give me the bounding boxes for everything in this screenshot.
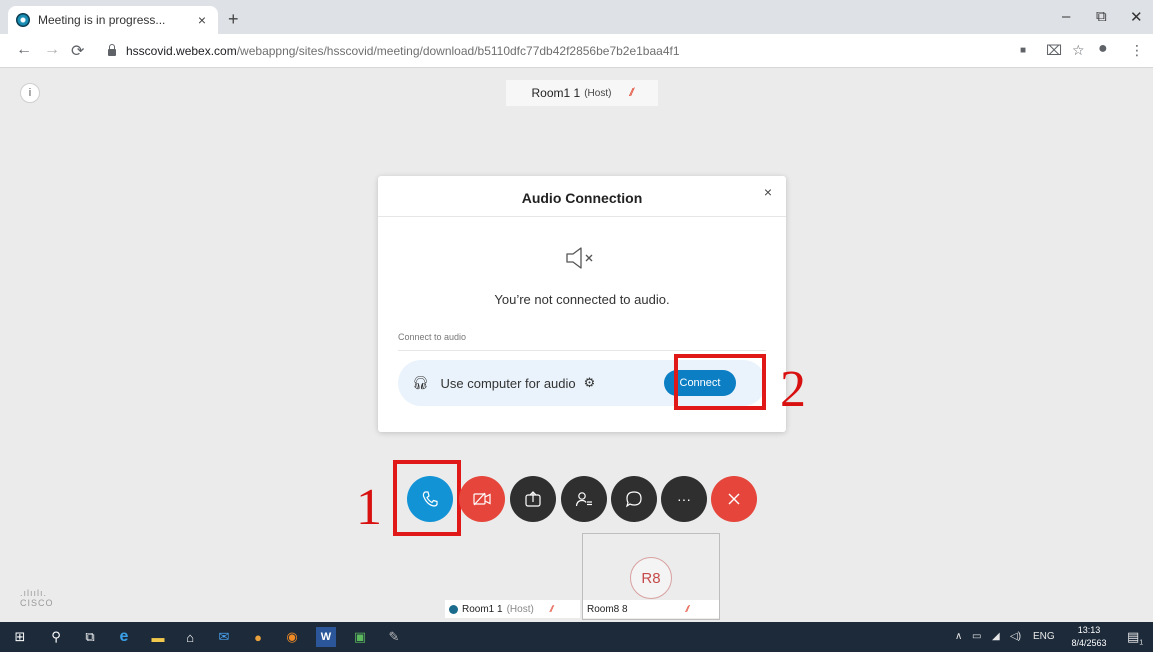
phone-icon (422, 491, 438, 507)
camera-indicator-icon[interactable]: ■ (1020, 45, 1026, 56)
video-tiles: R8 Room1 1 (Host) /̸ Room8 8 /̸ (445, 533, 720, 620)
wifi-icon[interactable]: ◢ (992, 631, 1000, 642)
room8-tile-label: Room8 8 /̸ (583, 600, 719, 618)
self-role: (Host) (506, 603, 534, 615)
annotation-number-2: 2 (780, 361, 806, 418)
word-icon[interactable]: W (316, 627, 336, 647)
file-explorer-icon[interactable]: ▬ (148, 627, 168, 647)
menu-kebab-icon[interactable]: ⋮ (1130, 42, 1144, 59)
image-app-icon[interactable]: ▣ (350, 627, 370, 647)
windows-taskbar: ⊞ ⚲ ⧉ e ▬ ⌂ ✉ ● ◉ W ▣ ✎ ∧ ▭ ◢ ◁) ENG 13:… (0, 622, 1153, 652)
profile-icon[interactable]: ● (1098, 40, 1108, 58)
translate-icon[interactable]: ⌧ (1046, 42, 1062, 59)
room8-name: Room8 8 (587, 603, 628, 615)
participants-icon (575, 492, 592, 507)
notification-count: 1 (1139, 639, 1144, 647)
tab-close-icon[interactable]: × (194, 12, 210, 28)
new-tab-button[interactable]: + (228, 9, 239, 30)
url-host: hsscovid.webex.com (126, 44, 237, 58)
more-button[interactable]: ··· (661, 476, 707, 522)
chrome-icon[interactable]: ● (248, 627, 268, 647)
chat-icon (625, 491, 642, 508)
clock-date: 8/4/2563 (1071, 638, 1107, 648)
dialog-divider (378, 216, 786, 217)
chat-button[interactable] (611, 476, 657, 522)
task-view-icon[interactable]: ⧉ (80, 627, 100, 647)
computer-audio-label: Use computer for audio (440, 375, 576, 391)
browser-toolbar: ← → ⟳ hsscovid.webex.com/webappng/sites/… (0, 34, 1153, 68)
address-bar[interactable]: hsscovid.webex.com/webappng/sites/hsscov… (100, 39, 995, 63)
gear-icon[interactable]: ⚙ (584, 375, 596, 391)
restore-button[interactable]: ⧉ (1096, 8, 1107, 25)
speaker-muted-icon (566, 247, 593, 269)
video-off-icon (473, 492, 491, 506)
meeting-stage: i Room1 1 (Host) /̸ Audio Connection × Y… (0, 68, 1153, 622)
webex-status-icon (449, 604, 458, 614)
minimize-button[interactable]: – (1062, 8, 1070, 25)
network-icon[interactable]: ▭ (972, 631, 981, 642)
mic-muted-icon: /̸ (549, 604, 553, 614)
speaker-name: Room1 1 (531, 86, 581, 100)
avatar: R8 (630, 557, 672, 599)
not-connected-message: You’re not connected to audio. (494, 292, 670, 307)
cisco-logo: .ılıılı. CISCO (20, 588, 54, 608)
back-arrow-icon[interactable]: ← (16, 41, 32, 59)
edge-icon[interactable]: e (114, 627, 134, 647)
lock-icon (108, 44, 116, 56)
search-icon[interactable]: ⚲ (46, 627, 66, 647)
tab-title: Meeting is in progress... (38, 13, 166, 27)
active-speaker-label: Room1 1 (Host) /̸ (506, 80, 658, 106)
browser-tab-strip: Meeting is in progress... × + – ⧉ ✕ (0, 0, 1153, 34)
browser-tab[interactable]: Meeting is in progress... × (8, 6, 218, 34)
dialog-close-icon[interactable]: × (764, 184, 772, 200)
more-icon: ··· (677, 491, 691, 507)
bookmark-star-icon[interactable]: ☆ (1072, 42, 1085, 59)
paint-icon[interactable]: ✎ (384, 627, 404, 647)
connect-section-label: Connect to audio (398, 332, 467, 342)
reload-icon[interactable]: ⟳ (71, 41, 84, 61)
audio-button[interactable] (407, 476, 453, 522)
speaker-role: (Host) (584, 87, 612, 99)
system-clock[interactable]: 13:13 8/4/2563 (1066, 624, 1112, 650)
self-tile-label: Room1 1 (Host) /̸ (445, 600, 580, 618)
mic-muted-icon: /̸ (629, 87, 633, 99)
language-indicator[interactable]: ENG (1033, 631, 1055, 642)
video-button[interactable] (459, 476, 505, 522)
headset-icon: 🎧︎ (412, 375, 429, 390)
share-icon (525, 491, 541, 507)
leave-button[interactable] (711, 476, 757, 522)
forward-arrow-icon[interactable]: → (44, 41, 60, 59)
cisco-bars-icon: .ılıılı. (20, 588, 48, 598)
mail-icon[interactable]: ✉ (214, 627, 234, 647)
close-window-button[interactable]: ✕ (1130, 8, 1143, 26)
section-divider (398, 350, 766, 351)
self-name: Room1 1 (462, 603, 503, 615)
cisco-wordmark: CISCO (20, 598, 54, 608)
close-icon (728, 493, 740, 505)
windows-start-icon[interactable]: ⊞ (10, 627, 30, 647)
annotation-box-connect (674, 354, 766, 410)
dialog-title: Audio Connection (521, 190, 643, 206)
annotation-number-1: 1 (356, 479, 382, 536)
clock-time: 13:13 (1077, 625, 1101, 635)
meeting-info-icon[interactable]: i (20, 83, 40, 103)
mic-muted-icon: /̸ (685, 604, 689, 614)
share-button[interactable] (510, 476, 556, 522)
firefox-icon[interactable]: ◉ (282, 627, 302, 647)
url-path: /webappng/sites/hsscovid/meeting/downloa… (236, 44, 680, 58)
participants-button[interactable] (561, 476, 607, 522)
store-icon[interactable]: ⌂ (180, 627, 200, 647)
webex-favicon-icon (16, 13, 30, 27)
notification-center-icon[interactable]: ▤1 (1127, 629, 1143, 647)
volume-icon[interactable]: ◁) (1010, 631, 1021, 642)
tray-chevron-icon[interactable]: ∧ (955, 631, 962, 642)
